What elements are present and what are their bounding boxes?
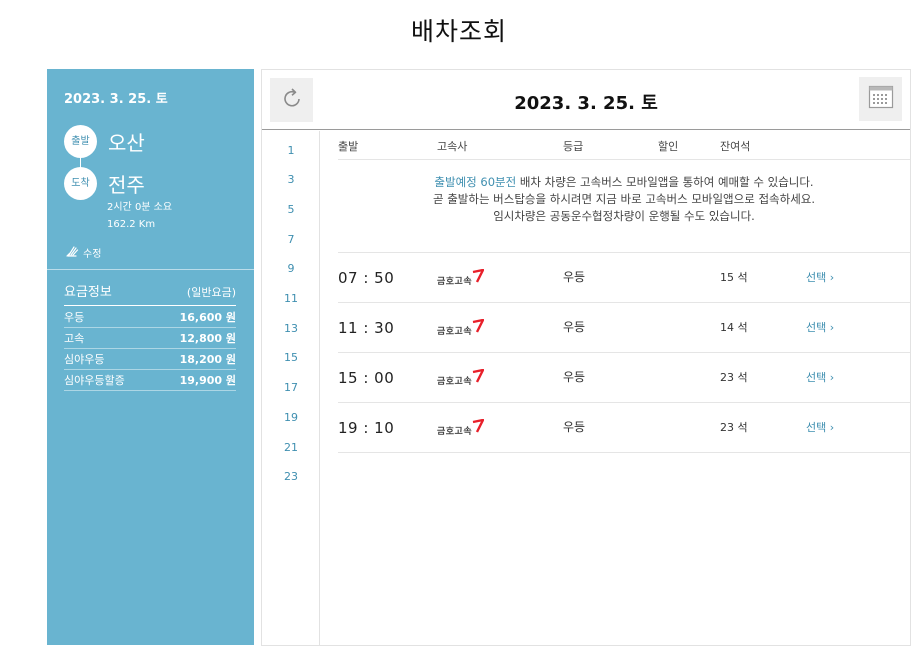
hour-filter-item[interactable]: 15	[262, 351, 320, 364]
hour-filter-item[interactable]: 19	[262, 411, 320, 424]
booking-notice: 출발예정 60분전 배차 차량은 고속버스 모바일앱을 통하여 예매할 수 있습…	[338, 174, 910, 225]
edit-label: 수정	[83, 248, 102, 260]
company-logo: 금호고속	[437, 318, 485, 337]
notice-line2: 곧 출발하는 버스탑승을 하시려면 지금 바로 고속버스 모바일앱으로 접속하세…	[432, 192, 816, 206]
fare-list: 우등 16,600 원 고속 12,800 원 심야우등 18,200 원 심야…	[64, 307, 236, 391]
company-name: 금호고속	[437, 427, 473, 437]
departure-time: 11 : 30	[338, 319, 395, 337]
hour-filter-item[interactable]: 17	[262, 381, 320, 394]
schedule-row: 07 : 50 금호고속 우등 15 석 선택 ›	[338, 253, 910, 303]
select-button[interactable]: 선택 ›	[806, 369, 834, 385]
schedule-row: 15 : 00 금호고속 우등 23 석 선택 ›	[338, 353, 910, 403]
hour-filter-item[interactable]: 23	[262, 470, 320, 483]
hour-filter-item[interactable]: 3	[262, 173, 320, 186]
bus-grade: 우등	[563, 420, 586, 434]
sidebar-date: 2023. 3. 25. 토	[64, 92, 168, 107]
select-button[interactable]: 선택 ›	[806, 269, 834, 285]
select-button[interactable]: 선택 ›	[806, 319, 834, 335]
kumho-logo-icon	[472, 318, 485, 337]
fare-row: 심야우등 18,200 원	[64, 349, 236, 370]
arrival-terminal: 전주	[108, 173, 145, 197]
travel-distance: 162.2 Km	[107, 219, 156, 230]
notice-line1: 배차 차량은 고속버스 모바일앱을 통하여 예매할 수 있습니다.	[516, 175, 814, 189]
departure-terminal: 오산	[108, 131, 145, 155]
fare-price: 18,200 원	[179, 353, 236, 366]
departure-badge: 출발	[64, 125, 97, 158]
edit-route-button[interactable]: 수정	[65, 243, 101, 261]
fare-price: 16,600 원	[179, 311, 236, 324]
hour-filter-item[interactable]: 21	[262, 441, 320, 454]
hour-filter-item[interactable]: 11	[262, 292, 320, 305]
hour-filter-item[interactable]: 1	[262, 144, 320, 157]
date-bar: 2023. 3. 25. 토	[262, 70, 910, 130]
fare-grade: 고속	[64, 332, 85, 345]
fare-row: 우등 16,600 원	[64, 307, 236, 328]
fare-info-header: 요금정보 (일반요금)	[64, 281, 236, 306]
calendar-icon	[868, 85, 894, 113]
select-label: 선택	[806, 421, 827, 434]
fare-price: 19,900 원	[179, 374, 236, 387]
notice-line3: 임시차량은 공동운수협정차량이 운행될 수도 있습니다.	[493, 209, 755, 223]
remaining-seats: 23 석	[720, 421, 748, 434]
company-logo: 금호고속	[437, 268, 485, 287]
remaining-seats: 14 석	[720, 321, 748, 334]
fare-grade: 우등	[64, 311, 85, 324]
bus-grade: 우등	[563, 320, 586, 334]
kumho-logo-icon	[472, 368, 485, 387]
col-company: 고속사	[437, 140, 468, 153]
fare-info-title: 요금정보	[64, 285, 112, 300]
departure-time: 07 : 50	[338, 269, 395, 287]
kumho-logo-icon	[472, 268, 485, 287]
fare-row: 고속 12,800 원	[64, 328, 236, 349]
kumho-logo-icon	[472, 418, 485, 437]
company-logo: 금호고속	[437, 368, 485, 387]
hour-filter-item[interactable]: 9	[262, 262, 320, 275]
arrival-badge: 도착	[64, 167, 97, 200]
schedule-row: 11 : 30 금호고속 우등 14 석 선택 ›	[338, 303, 910, 353]
company-name: 금호고속	[437, 327, 473, 337]
bus-grade: 우등	[563, 270, 586, 284]
departure-time: 19 : 10	[338, 419, 395, 437]
selected-date: 2023. 3. 25. 토	[514, 93, 658, 114]
col-seats: 잔여석	[720, 140, 751, 153]
select-button[interactable]: 선택 ›	[806, 419, 834, 435]
company-name: 금호고속	[437, 277, 473, 287]
notice-highlight: 출발예정 60분전	[434, 175, 517, 189]
col-discount: 할인	[658, 140, 679, 153]
chevron-right-icon: ›	[829, 271, 835, 284]
page-title: 배차조회	[410, 17, 507, 46]
bus-grade: 우등	[563, 370, 586, 384]
company-logo: 금호고속	[437, 418, 485, 437]
select-label: 선택	[806, 271, 827, 284]
chevron-right-icon: ›	[829, 421, 835, 434]
fare-grade: 심야우등	[64, 353, 105, 366]
route-summary-panel: 2023. 3. 25. 토 출발 오산 도착 전주 2시간 0분 소요 162…	[47, 69, 254, 645]
edit-hand-icon	[65, 243, 80, 261]
hour-filter-item[interactable]: 13	[262, 322, 320, 335]
select-label: 선택	[806, 321, 827, 334]
schedule-row: 19 : 10 금호고속 우등 23 석 선택 ›	[338, 403, 910, 453]
travel-duration: 2시간 0분 소요	[107, 202, 173, 213]
col-departure: 출발	[338, 140, 359, 153]
hour-filter-list: 1 3 5 7 9 11 13 15 17 19 21 23	[262, 131, 320, 645]
calendar-button[interactable]	[859, 77, 902, 121]
fare-row: 심야우등할증 19,900 원	[64, 370, 236, 391]
schedule-table-header: 출발 고속사 등급 할인 잔여석	[338, 131, 910, 160]
fare-type-label: (일반요금)	[186, 286, 236, 299]
fare-price: 12,800 원	[179, 332, 236, 345]
fare-grade: 심야우등할증	[64, 374, 125, 387]
chevron-right-icon: ›	[829, 321, 835, 334]
company-name: 금호고속	[437, 377, 473, 387]
sidebar-divider	[47, 269, 254, 270]
departure-time: 15 : 00	[338, 369, 395, 387]
schedule-panel: 2023. 3. 25. 토 1 3 5 7 9 11 13 15 17 19 …	[261, 69, 911, 646]
remaining-seats: 15 석	[720, 271, 748, 284]
hour-filter-item[interactable]: 5	[262, 203, 320, 216]
select-label: 선택	[806, 371, 827, 384]
remaining-seats: 23 석	[720, 371, 748, 384]
hour-filter-item[interactable]: 7	[262, 233, 320, 246]
col-grade: 등급	[563, 140, 584, 153]
chevron-right-icon: ›	[829, 371, 835, 384]
